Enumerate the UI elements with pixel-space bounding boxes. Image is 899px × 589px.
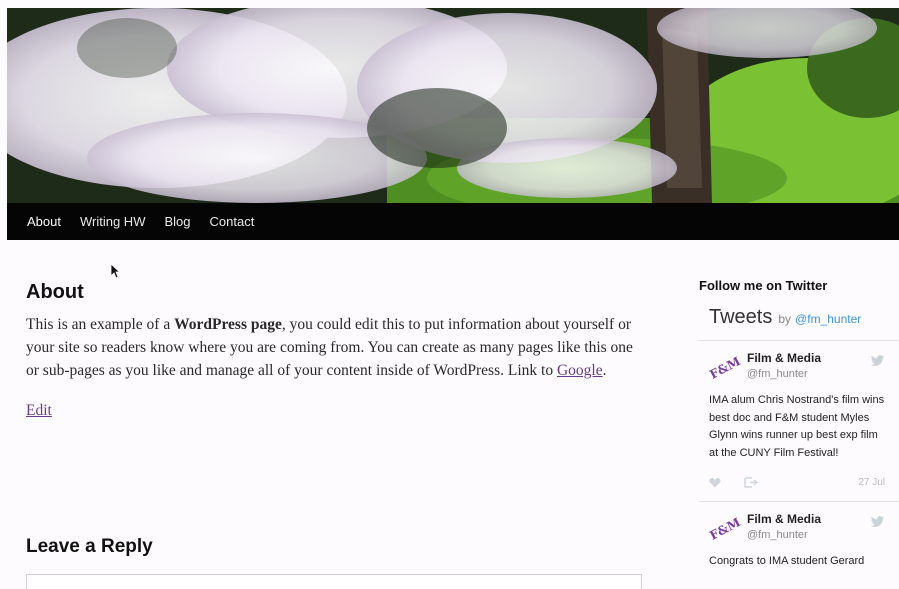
reply-textarea[interactable]: [26, 574, 642, 589]
tweets-label: Tweets: [709, 306, 773, 328]
twitter-handle-link[interactable]: @fm_hunter: [795, 312, 861, 326]
nav-item-writing-hw[interactable]: Writing HW: [80, 214, 145, 229]
tweet-author-username[interactable]: @fm_hunter: [747, 529, 899, 541]
page-body-intro: This is an example of a: [26, 316, 175, 333]
twitter-bird-icon[interactable]: [870, 516, 885, 528]
nav-item-blog[interactable]: Blog: [164, 214, 190, 229]
edit-link[interactable]: Edit: [26, 402, 52, 420]
tweet-text: IMA alum Chris Nostrand's film wins best…: [709, 394, 885, 459]
twitter-widget-title: Follow me on Twitter: [699, 278, 828, 293]
top-strip: [0, 0, 899, 8]
like-heart-icon[interactable]: [709, 477, 721, 488]
tweet: F&M Film & Media @fm_hunter Congrats to …: [699, 502, 899, 581]
tweet-text: Congrats to IMA student Gerard: [709, 555, 865, 567]
page-body-end: .: [602, 362, 607, 379]
tweets-by-label: by: [778, 312, 792, 326]
tweet-author-username[interactable]: @fm_hunter: [747, 368, 899, 380]
avatar[interactable]: F&M: [704, 511, 742, 549]
tweets-header: Tweets by @fm_hunter: [699, 306, 899, 329]
tweet-date[interactable]: 27 Jul: [858, 477, 885, 488]
header-image: [7, 8, 899, 203]
main-nav: About Writing HW Blog Contact: [7, 203, 899, 240]
avatar[interactable]: F&M: [704, 350, 742, 388]
nav-item-contact[interactable]: Contact: [210, 214, 255, 229]
share-icon[interactable]: [744, 476, 758, 488]
nav-item-about[interactable]: About: [27, 214, 61, 229]
mouse-pointer-icon: [110, 263, 120, 279]
google-link[interactable]: Google: [557, 362, 603, 379]
page-title: About: [26, 281, 84, 303]
leave-reply-title: Leave a Reply: [26, 536, 153, 557]
page-body: This is an example of a WordPress page, …: [26, 313, 638, 382]
page-body-strong: WordPress page: [174, 316, 282, 333]
tweet-actions: 27 Jul: [709, 475, 899, 489]
cherry-blossom-header-image: [7, 8, 899, 203]
sidebar: Follow me on Twitter Tweets by @fm_hunte…: [699, 278, 899, 581]
tweet: F&M Film & Media @fm_hunter IMA alum Chr…: [699, 341, 899, 499]
page-content: About This is an example of a WordPress …: [26, 281, 646, 420]
twitter-bird-icon[interactable]: [870, 355, 885, 367]
